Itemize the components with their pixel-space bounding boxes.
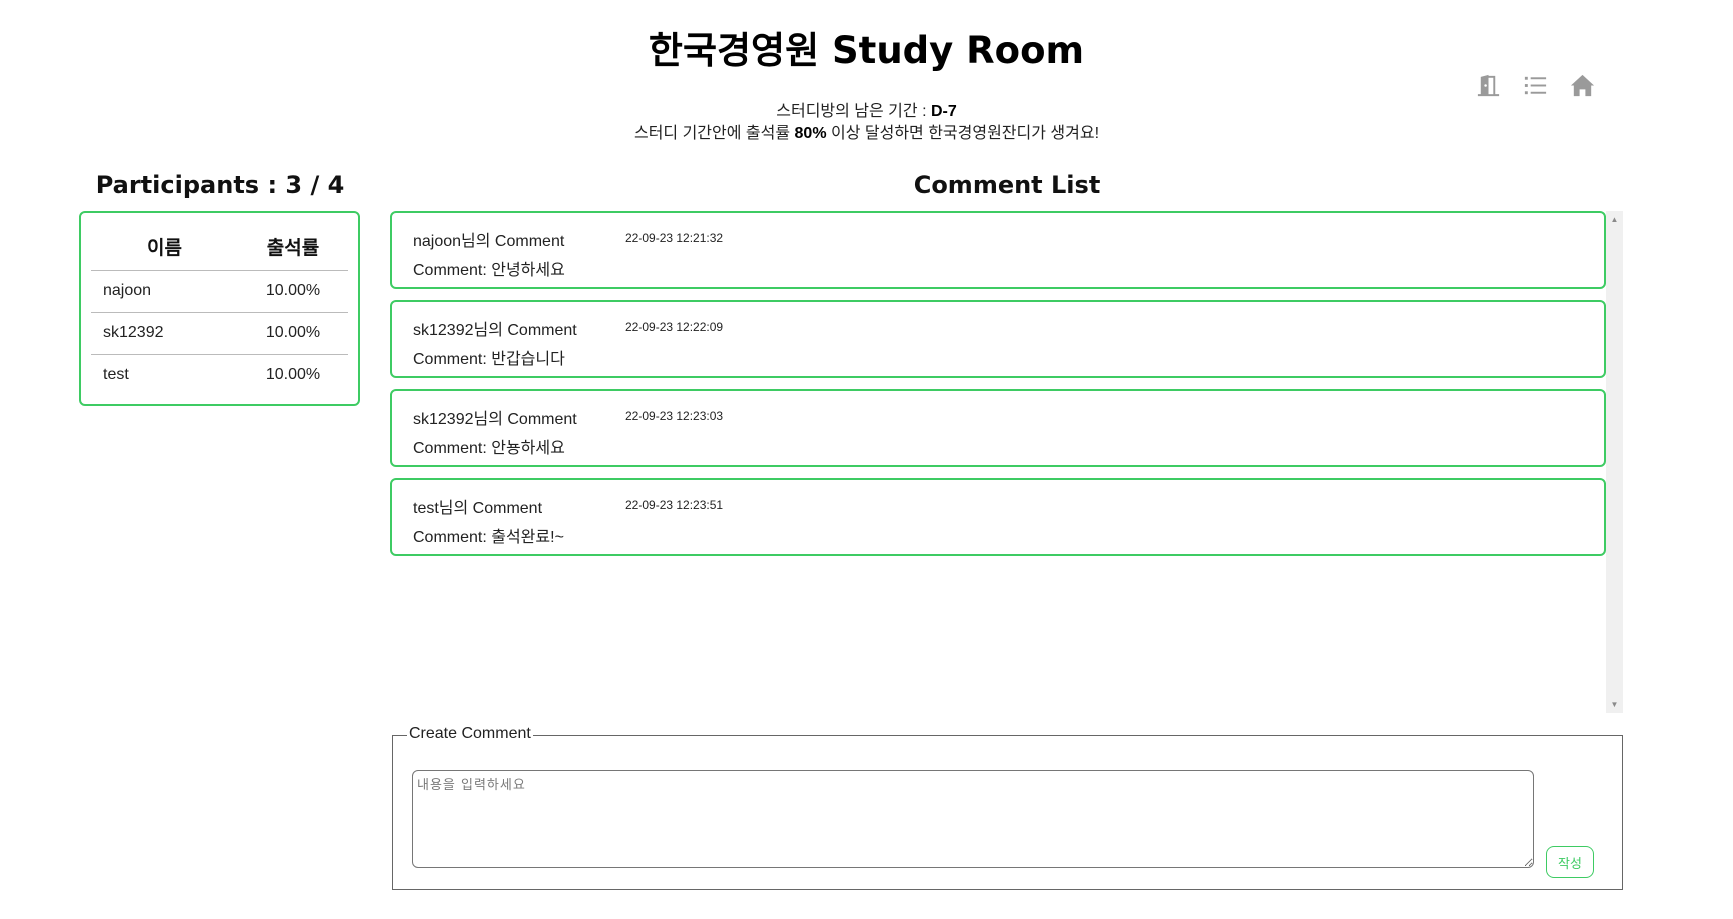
column-header-name: 이름 [91, 223, 238, 271]
comment-body: Comment: 안녕하세요 [413, 262, 565, 279]
comment-card: sk12392님의 Comment 22-09-23 12:22:09 Comm… [390, 300, 1606, 378]
comment-body: Comment: 반갑습니다 [413, 351, 565, 368]
comment-timestamp: 22-09-23 12:22:09 [625, 320, 724, 334]
page-title: 한국경영원 Study Room [648, 29, 1085, 72]
submit-comment-button[interactable]: 작성 [1546, 846, 1594, 878]
comment-timestamp: 22-09-23 12:21:32 [625, 231, 724, 245]
comment-list-title: Comment List [913, 171, 1101, 199]
column-header-attendance: 출석률 [237, 223, 348, 271]
create-comment-form: Create Comment 작성 [392, 725, 1623, 890]
exit-door-icon[interactable] [1475, 72, 1502, 99]
table-row: sk12392 10.00% [91, 312, 348, 355]
participant-rate: 10.00% [265, 366, 321, 384]
participant-name: test [103, 366, 129, 384]
comment-timestamp: 22-09-23 12:23:51 [625, 498, 724, 512]
comment-author: najoon님의 Comment [413, 233, 565, 250]
participant-rate: 10.00% [237, 312, 348, 355]
top-icon-bar [1475, 72, 1596, 99]
table-row: test 10.00% [91, 354, 348, 396]
scroll-up-arrow-icon[interactable]: ▲ [1606, 211, 1623, 228]
comment-list-scrollbar[interactable]: ▲ ▼ [1606, 211, 1623, 713]
participants-table: 이름 출석률 najoon 10.00% sk12392 10.00% test… [91, 223, 348, 396]
goal-value: 80% [794, 125, 827, 142]
comment-list-scroll-area[interactable]: najoon님의 Comment 22-09-23 12:21:32 Comme… [390, 211, 1623, 713]
participant-rate: 10.00% [237, 270, 348, 313]
comment-card: najoon님의 Comment 22-09-23 12:21:32 Comme… [390, 211, 1606, 289]
remaining-label: 스터디방의 남은 기간 : [776, 103, 931, 120]
comment-author: sk12392님의 Comment [413, 322, 577, 339]
remaining-value: D-7 [930, 103, 957, 120]
comment-author: sk12392님의 Comment [413, 411, 577, 428]
participants-panel: 이름 출석률 najoon 10.00% sk12392 10.00% test… [79, 211, 360, 406]
comment-list: najoon님의 Comment 22-09-23 12:21:32 Comme… [390, 211, 1606, 713]
create-comment-legend: Create Comment [407, 725, 533, 743]
goal-prefix: 스터디 기간안에 출석률 [633, 125, 795, 142]
goal-notice: 스터디 기간안에 출석률 80% 이상 달성하면 한국경영원잔디가 생겨요! [0, 119, 1733, 143]
home-icon[interactable] [1569, 72, 1596, 99]
comment-author: test님의 Comment [413, 500, 543, 517]
participants-header-row: 이름 출석률 [91, 223, 348, 271]
list-icon[interactable] [1522, 72, 1549, 99]
comment-input[interactable] [412, 770, 1534, 868]
scroll-down-arrow-icon[interactable]: ▼ [1606, 696, 1623, 713]
comment-timestamp: 22-09-23 12:23:03 [625, 409, 724, 423]
table-row: najoon 10.00% [91, 270, 348, 313]
participant-name: sk12392 [91, 312, 238, 355]
comment-body: Comment: 안뇽하세요 [413, 440, 565, 457]
goal-suffix: 이상 달성하면 한국경영원잔디가 생겨요! [826, 125, 1100, 142]
comment-card: test님의 Comment 22-09-23 12:23:51 Comment… [390, 478, 1606, 556]
participant-name: najoon [91, 270, 238, 313]
comment-card: sk12392님의 Comment 22-09-23 12:23:03 Comm… [390, 389, 1606, 467]
participants-title: Participants : 3 / 4 [95, 171, 345, 199]
remaining-period: 스터디방의 남은 기간 : D-7 [0, 97, 1733, 121]
comment-body: Comment: 출석완료!~ [413, 529, 564, 546]
